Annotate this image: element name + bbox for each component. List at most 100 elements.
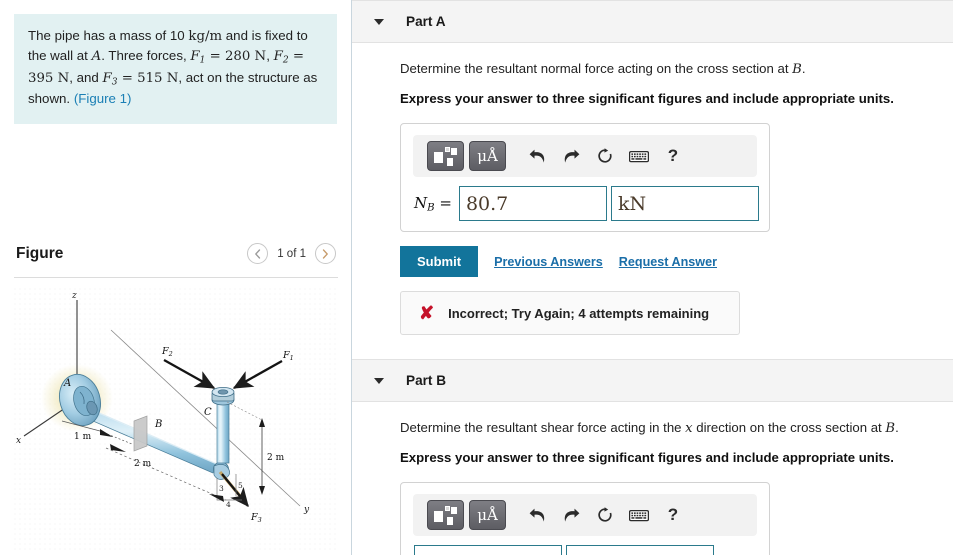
- part-a-question-text: Determine the resultant normal force act…: [400, 61, 793, 76]
- problem-page: The pipe has a mass of 10 kg/m and is fi…: [0, 0, 953, 555]
- problem-units-kgm: kg/m: [188, 29, 223, 44]
- problem-var-F3: F: [102, 70, 112, 86]
- chevron-left-icon: [255, 248, 261, 259]
- keyboard-button[interactable]: [622, 502, 656, 528]
- axis-x-label: x: [16, 436, 21, 446]
- part-b-question-period: .: [895, 420, 899, 435]
- section-plane-B: [133, 415, 148, 452]
- part-b-question-mid: direction on the cross section at: [692, 420, 886, 435]
- redo-button[interactable]: [554, 502, 588, 528]
- part-a-request-answer-link[interactable]: Request Answer: [619, 255, 717, 269]
- problem-text-line3-b: , act on the: [178, 69, 245, 85]
- math-template-button[interactable]: [427, 500, 464, 530]
- units-button[interactable]: μÅ: [469, 141, 506, 171]
- undo-button[interactable]: [520, 502, 554, 528]
- problem-var-A: A: [91, 49, 102, 65]
- part-b-question-text: Determine the resultant shear force acti…: [400, 420, 686, 435]
- axis-y-label: y: [303, 505, 310, 515]
- figure-next-button[interactable]: [315, 243, 336, 264]
- part-a-question-period: .: [801, 61, 806, 76]
- undo-arrow-icon: [529, 149, 544, 163]
- part-b-question-var-x: x: [685, 421, 693, 436]
- help-button[interactable]: ?: [656, 502, 690, 528]
- part-a-submit-button[interactable]: Submit: [400, 246, 479, 277]
- answer-panel: Part A Determine the resultant normal fo…: [352, 0, 953, 555]
- part-a-submit-row: Submit Previous Answers Request Answer: [400, 246, 953, 277]
- math-template-button[interactable]: [427, 141, 464, 171]
- units-button[interactable]: μÅ: [469, 500, 506, 530]
- problem-text-line1-b: and is fixed to: [222, 28, 308, 43]
- undo-arrow-icon: [529, 508, 544, 522]
- part-a-toolbar: μÅ ?: [413, 135, 757, 177]
- problem-var-F1: F: [190, 49, 200, 65]
- part-a-header[interactable]: Part A: [352, 0, 953, 43]
- collapse-caret-icon[interactable]: [374, 18, 384, 25]
- figure-counter: 1 of 1: [277, 247, 306, 260]
- triangle-side-5: 5: [238, 481, 243, 490]
- dimension-label-2m-vertical: 2 m: [267, 453, 285, 463]
- label-point-B: B: [154, 419, 162, 430]
- problem-val-F1: = 280 N: [205, 49, 267, 65]
- problem-val-F3: = 515 N: [117, 70, 179, 86]
- figure-panel: The pipe has a mass of 10 kg/m and is fi…: [0, 0, 352, 555]
- problem-text-line2-a: the wall at: [28, 48, 92, 64]
- fitting-C: [211, 387, 235, 406]
- part-a-question: Determine the resultant normal force act…: [400, 61, 953, 77]
- units-icon: μÅ: [477, 505, 498, 524]
- undo-button[interactable]: [520, 143, 554, 169]
- dimension-label-2m-horizontal: 2 m: [134, 459, 152, 469]
- keyboard-icon: [629, 509, 649, 521]
- part-b-header[interactable]: Part B: [352, 359, 953, 402]
- math-template-icon: [434, 146, 457, 166]
- reset-button[interactable]: [588, 502, 622, 528]
- redo-arrow-icon: [564, 149, 579, 163]
- axis-z-label: z: [71, 291, 77, 301]
- figure-nav: 1 of 1: [247, 243, 336, 264]
- part-a-question-var: B: [792, 62, 802, 77]
- reset-circle-icon: [598, 148, 612, 163]
- figure-prev-button[interactable]: [247, 243, 269, 264]
- problem-text-line3-a: , and: [69, 69, 103, 85]
- part-b-label: Part B: [406, 373, 447, 388]
- figure-link[interactable]: (Figure 1): [74, 91, 132, 106]
- math-template-icon: [434, 505, 457, 525]
- problem-var-F2: F: [273, 49, 283, 65]
- part-b-units-input[interactable]: [566, 545, 714, 555]
- part-a-feedback: ✘ Incorrect; Try Again; 4 attempts remai…: [400, 291, 740, 335]
- triangle-side-3: 3: [219, 484, 224, 493]
- redo-arrow-icon: [564, 508, 579, 522]
- keyboard-icon: [629, 150, 649, 162]
- figure-divider: [14, 277, 338, 278]
- problem-text-line1-a: The pipe has a mass of 10: [28, 28, 189, 43]
- reset-button[interactable]: [588, 143, 622, 169]
- part-a-previous-answers-link[interactable]: Previous Answers: [494, 255, 603, 269]
- reset-circle-icon: [598, 507, 612, 522]
- part-a-body: Determine the resultant normal force act…: [352, 61, 953, 335]
- redo-button[interactable]: [554, 143, 588, 169]
- pipe-structure-diagram[interactable]: z x y A B C F2 F1 3 5 4 F3 1 m 2 m 2 m: [14, 288, 339, 553]
- problem-text-line2-c: ,: [266, 48, 270, 64]
- part-b-instruction: Express your answer to three significant…: [400, 450, 894, 465]
- figure-header: Figure 1 of 1: [0, 243, 352, 264]
- problem-text-line2-b: . Three forces,: [101, 48, 191, 64]
- part-b-question: Determine the resultant shear force acti…: [400, 420, 953, 436]
- part-a-units-input[interactable]: [610, 186, 759, 221]
- part-a-entry-row: NB =: [410, 186, 760, 221]
- part-b-value-input[interactable]: [414, 545, 562, 555]
- elbow-joint: [213, 461, 230, 480]
- part-b-body: Determine the resultant shear force acti…: [352, 420, 953, 555]
- part-b-question-var-B: B: [885, 421, 896, 436]
- keyboard-button[interactable]: [622, 143, 656, 169]
- part-b-toolbar: μÅ ?: [413, 494, 757, 536]
- part-a-label: Part A: [406, 14, 446, 29]
- problem-statement: The pipe has a mass of 10 kg/m and is fi…: [14, 14, 337, 125]
- part-a-quantity-label: NB =: [414, 193, 452, 214]
- part-b-answer-widget: μÅ ?: [400, 482, 770, 555]
- collapse-caret-icon[interactable]: [374, 377, 384, 384]
- dimension-label-1m: 1 m: [74, 432, 92, 442]
- help-button[interactable]: ?: [656, 143, 690, 169]
- label-point-A: A: [63, 378, 71, 389]
- part-b-entry-row: [410, 545, 760, 555]
- part-a-value-input[interactable]: [458, 186, 607, 221]
- part-a-feedback-text: Incorrect; Try Again; 4 attempts remaini…: [448, 305, 710, 321]
